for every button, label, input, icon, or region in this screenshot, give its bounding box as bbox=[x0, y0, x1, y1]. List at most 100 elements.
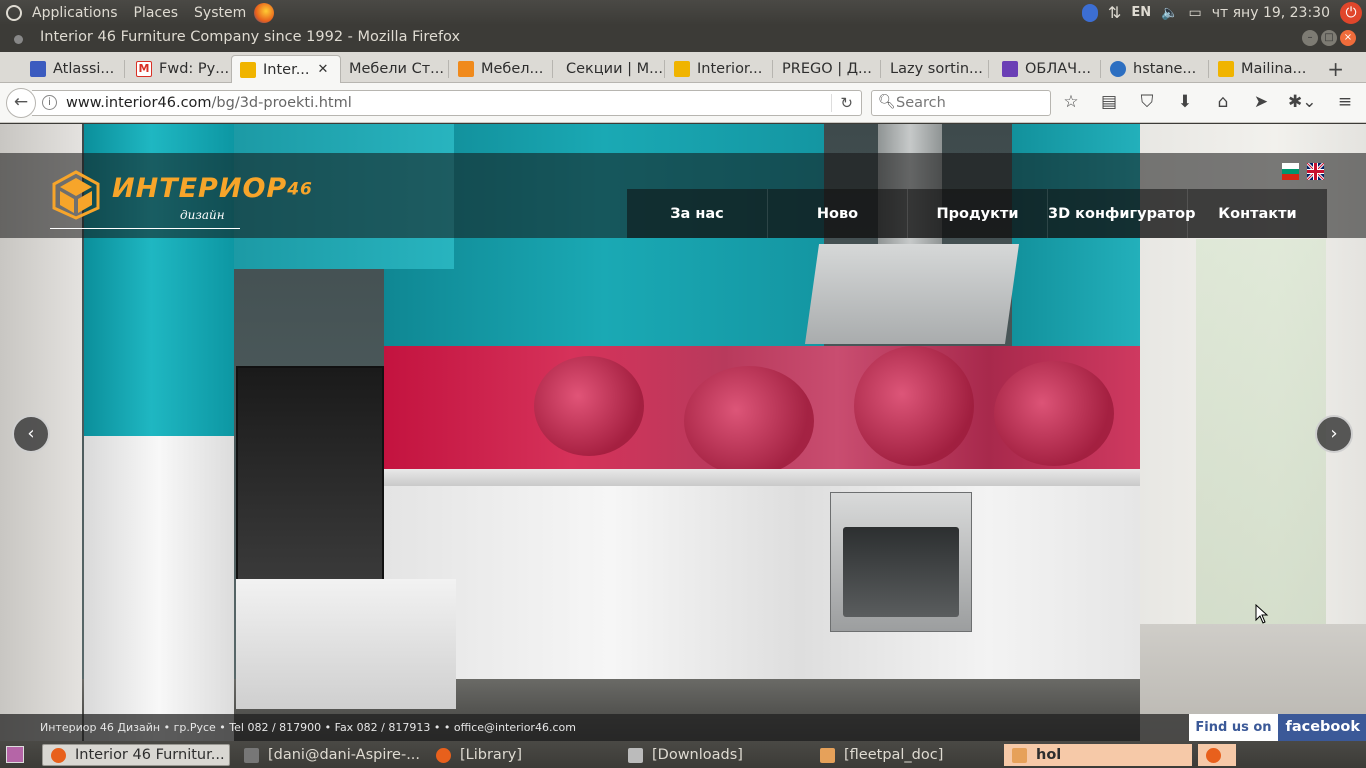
tab-mailina[interactable]: Mailina... bbox=[1210, 55, 1310, 83]
tab-interior46-active[interactable]: Inter... ✕ bbox=[231, 55, 341, 83]
minimize-button[interactable]: – bbox=[1302, 30, 1318, 46]
footer-contact-info: Интериор 46 Дизайн • гр.Русе • Tel 082 /… bbox=[40, 721, 576, 734]
menu-system[interactable]: System bbox=[186, 5, 254, 21]
folder-icon bbox=[820, 747, 835, 763]
tab-oblach[interactable]: ОБЛАЧ... bbox=[994, 55, 1098, 83]
tab-gmail[interactable]: M Fwd: Ру... bbox=[128, 55, 228, 83]
interior46-icon bbox=[240, 61, 256, 78]
network-icon[interactable]: ⇅ bbox=[1108, 3, 1121, 22]
tab-mebeli-st[interactable]: Мебели Ст... bbox=[341, 55, 446, 83]
menu-applications[interactable]: Applications bbox=[24, 5, 126, 21]
reading-list-icon[interactable]: ▤ bbox=[1098, 92, 1120, 112]
tab-label: ОБЛАЧ... bbox=[1025, 61, 1091, 77]
volume-icon[interactable]: 🔈 bbox=[1161, 5, 1178, 21]
close-tab-icon[interactable]: ✕ bbox=[318, 62, 329, 77]
task-hol[interactable]: hol bbox=[1004, 744, 1192, 766]
menu-hamburger-icon[interactable]: ≡ bbox=[1334, 92, 1356, 112]
site-header: ИНТЕРИОР46 дизайн За нас Ново Продукти 3… bbox=[0, 153, 1366, 238]
url-path: /bg/3d-proekti.html bbox=[211, 95, 352, 111]
window-controls: – □ × bbox=[1302, 30, 1356, 46]
task-label: hol bbox=[1036, 747, 1062, 763]
search-input[interactable]: 🔍︎ Search bbox=[871, 90, 1051, 116]
task-terminal[interactable]: [dani@dani-Aspire-... bbox=[236, 744, 422, 766]
tab-lazy-sorting[interactable]: Lazy sortin... bbox=[882, 55, 986, 83]
search-placeholder: Search bbox=[896, 95, 946, 111]
window-titlebar: Interior 46 Furniture Company since 1992… bbox=[0, 25, 1366, 52]
firefox-icon bbox=[51, 747, 66, 763]
downloads-icon bbox=[628, 747, 643, 763]
site-logo[interactable]: ИНТЕРИОР46 дизайн bbox=[50, 170, 313, 229]
tab-label: Мебел... bbox=[481, 61, 544, 77]
task-firefox-extra[interactable] bbox=[1198, 744, 1236, 766]
facebook-brand: facebook bbox=[1277, 714, 1366, 741]
tab-label: Fwd: Ру... bbox=[159, 61, 228, 77]
uk-flag-icon[interactable] bbox=[1307, 163, 1324, 180]
cube-logo-icon bbox=[50, 170, 102, 220]
bluetooth-icon[interactable] bbox=[1081, 3, 1098, 22]
back-button[interactable]: ← bbox=[6, 88, 36, 118]
url-text[interactable]: www.interior46.com/bg/3d-proekti.html bbox=[66, 95, 352, 111]
download-icon[interactable]: ⬇ bbox=[1174, 92, 1196, 112]
logo-wordmark: ИНТЕРИОР46 bbox=[112, 173, 313, 204]
task-label: [Downloads] bbox=[652, 747, 743, 763]
bookmark-star-icon[interactable]: ☆ bbox=[1060, 92, 1082, 112]
nav-about[interactable]: За нас bbox=[627, 189, 767, 238]
mail-icon bbox=[1218, 61, 1234, 77]
tab-hstane[interactable]: hstane... bbox=[1102, 55, 1206, 83]
tab-atlassian[interactable]: Atlassi... bbox=[22, 55, 122, 83]
nav-contacts[interactable]: Контакти bbox=[1187, 189, 1327, 238]
show-desktop-icon[interactable] bbox=[6, 746, 24, 763]
tab-label: Lazy sortin... bbox=[890, 61, 983, 77]
task-label: [Library] bbox=[460, 747, 523, 763]
search-icon: 🔍︎ bbox=[878, 94, 896, 110]
clock[interactable]: чт яну 19, 23:30 bbox=[1212, 5, 1330, 21]
firefox-launcher-icon[interactable] bbox=[254, 2, 275, 23]
terminal-icon bbox=[244, 747, 259, 763]
home-icon[interactable]: ⌂ bbox=[1212, 92, 1234, 112]
tab-sekcii[interactable]: Секции | М... bbox=[558, 55, 662, 83]
send-icon[interactable]: ➤ bbox=[1250, 92, 1272, 112]
task-fleetpal-doc[interactable]: [fleetpal_doc] bbox=[812, 744, 1002, 766]
extension-icon[interactable]: ✱⌄ bbox=[1288, 92, 1317, 112]
reload-icon[interactable]: ↻ bbox=[831, 94, 853, 112]
ubuntu-logo-icon[interactable] bbox=[6, 4, 22, 21]
bulgarian-flag-icon[interactable] bbox=[1282, 163, 1299, 180]
tab-label: Inter... bbox=[263, 61, 310, 78]
facebook-badge[interactable]: Find us on facebook bbox=[1189, 714, 1366, 741]
keyboard-language[interactable]: EN bbox=[1131, 5, 1151, 20]
task-library[interactable]: [Library] bbox=[428, 744, 618, 766]
pocket-icon[interactable]: ⛉ bbox=[1136, 92, 1158, 112]
tab-label: Мебели Ст... bbox=[349, 61, 444, 77]
slider-next-button[interactable]: › bbox=[1315, 415, 1353, 453]
power-icon[interactable]: ⏻ bbox=[1340, 1, 1362, 24]
menu-places[interactable]: Places bbox=[126, 5, 187, 21]
close-window-button[interactable]: × bbox=[1340, 30, 1356, 46]
slider-prev-button[interactable]: ‹ bbox=[12, 415, 50, 453]
nav-products[interactable]: Продукти bbox=[907, 189, 1047, 238]
task-label: [fleetpal_doc] bbox=[844, 747, 944, 763]
task-label: [dani@dani-Aspire-... bbox=[268, 747, 421, 763]
window-title: Interior 46 Furniture Company since 1992… bbox=[40, 29, 461, 45]
tab-mebel[interactable]: Мебел... bbox=[450, 55, 550, 83]
url-bar[interactable]: i www.interior46.com/bg/3d-proekti.html … bbox=[32, 90, 862, 116]
tab-label: Atlassi... bbox=[53, 61, 115, 77]
nav-new[interactable]: Ново bbox=[767, 189, 907, 238]
nav-3d-configurator[interactable]: 3D конфигуратор bbox=[1047, 189, 1195, 238]
window-menu-icon[interactable] bbox=[14, 35, 23, 44]
maximize-button[interactable]: □ bbox=[1321, 30, 1337, 46]
battery-icon[interactable]: ▭ bbox=[1189, 5, 1202, 21]
new-tab-icon[interactable]: + bbox=[1327, 57, 1344, 81]
system-tray: ⇅ EN 🔈 ▭ чт яну 19, 23:30 ⏻ bbox=[1081, 0, 1366, 25]
task-downloads[interactable]: [Downloads] bbox=[620, 744, 810, 766]
webpage: ИНТЕРИОР46 дизайн За нас Ново Продукти 3… bbox=[0, 124, 1366, 741]
tab-interior[interactable]: Interior... bbox=[666, 55, 770, 83]
url-host: www.interior46.com bbox=[66, 95, 212, 111]
tab-label: Mailina... bbox=[1241, 61, 1307, 77]
logo-subtitle: дизайн bbox=[180, 208, 225, 222]
gmail-icon: M bbox=[136, 61, 152, 77]
interior46-icon bbox=[674, 61, 690, 77]
site-info-icon[interactable]: i bbox=[42, 95, 57, 110]
task-firefox[interactable]: Interior 46 Furnitur... bbox=[42, 744, 230, 766]
tab-prego[interactable]: PREGO | Д... bbox=[774, 55, 878, 83]
atlassian-icon bbox=[30, 61, 46, 77]
